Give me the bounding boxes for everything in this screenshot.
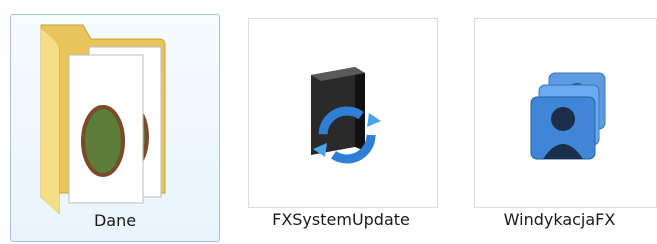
users-group-icon <box>523 67 623 167</box>
shortcut-label: FXSystemUpdate <box>272 210 410 229</box>
folder-with-documents-icon <box>31 17 181 217</box>
folder-label: Dane <box>93 211 137 230</box>
file-explorer-view: Dane FXSystemUpdate WindykacjaFX <box>0 0 657 244</box>
thumbnail-frame <box>248 18 438 208</box>
system-update-icon <box>289 61 399 171</box>
shortcut-label: WindykacjaFX <box>503 210 616 229</box>
folder-item-dane[interactable]: Dane <box>10 14 220 242</box>
shortcut-item-fxsystemupdate[interactable]: FXSystemUpdate <box>236 14 446 242</box>
shortcut-item-windykacjafx[interactable]: WindykacjaFX <box>462 14 657 242</box>
thumbnail-frame <box>474 18 657 208</box>
